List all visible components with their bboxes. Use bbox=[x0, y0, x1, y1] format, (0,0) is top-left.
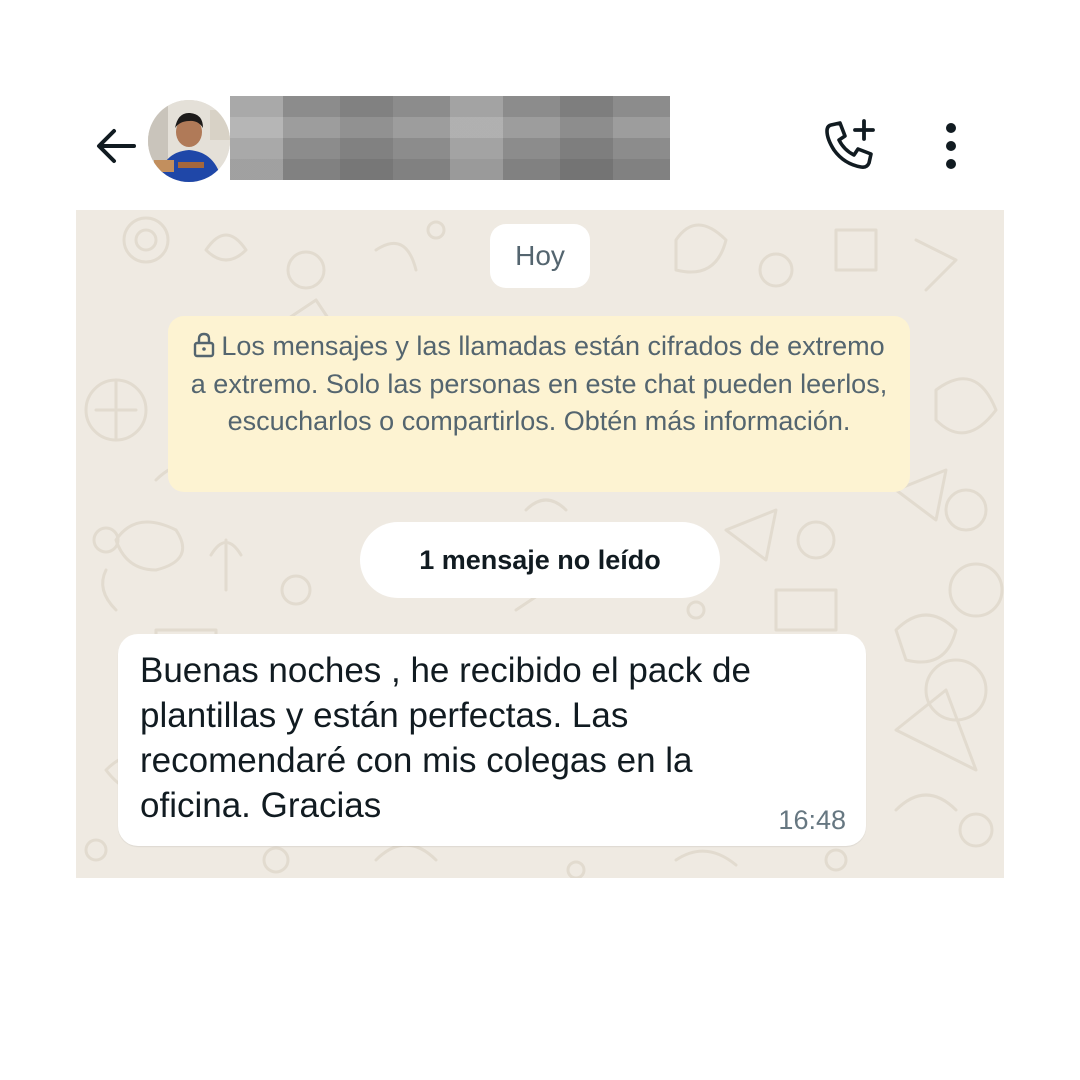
message-text: Buenas noches , he recibido el pack de p… bbox=[140, 651, 751, 825]
encryption-notice-text: Los mensajes y las llamadas están cifrad… bbox=[190, 331, 888, 436]
more-options-icon[interactable] bbox=[934, 120, 968, 172]
encryption-notice[interactable]: Los mensajes y las llamadas están cifrad… bbox=[168, 316, 910, 492]
contact-avatar[interactable] bbox=[148, 100, 230, 182]
chat-header bbox=[0, 88, 1080, 198]
lock-icon bbox=[194, 332, 215, 358]
incoming-message-bubble[interactable]: Buenas noches , he recibido el pack de p… bbox=[118, 634, 866, 846]
add-call-icon[interactable] bbox=[822, 118, 878, 174]
chat-area[interactable]: Hoy Los mensajes y las llamadas están ci… bbox=[76, 210, 1004, 878]
date-chip: Hoy bbox=[490, 224, 590, 288]
message-timestamp: 16:48 bbox=[778, 805, 846, 835]
back-arrow-icon[interactable] bbox=[92, 122, 140, 170]
avatar-photo bbox=[148, 100, 230, 182]
contact-name[interactable] bbox=[230, 96, 670, 180]
unread-messages-chip: 1 mensaje no leído bbox=[360, 522, 720, 598]
